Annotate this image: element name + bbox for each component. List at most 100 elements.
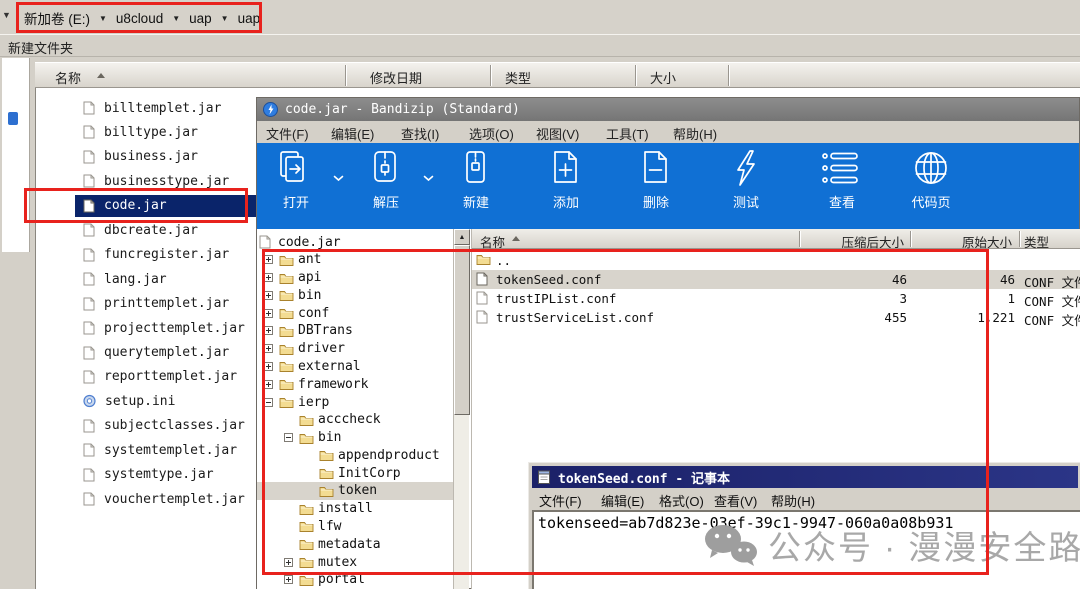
archive-column-header-original-size[interactable]: 原始大小 — [962, 232, 1012, 251]
tree-item-label: api — [298, 270, 321, 285]
expand-plus-icon[interactable] — [284, 575, 293, 584]
bandizip-titlebar[interactable]: code.jar - Bandizip (Standard) — [257, 98, 1079, 121]
expand-plus-icon[interactable] — [284, 558, 293, 567]
tree-item-DBTrans[interactable]: DBTrans — [257, 322, 453, 340]
tree-item-label: install — [318, 501, 373, 516]
tree-item-metadata[interactable]: metadata — [257, 535, 453, 553]
archive-row-up[interactable]: .. — [472, 251, 1080, 270]
toolbar-button-label: 查看 — [829, 192, 855, 211]
toolbar-button-delete-file[interactable]: 删除 — [624, 149, 688, 223]
tree-item-driver[interactable]: driver — [257, 340, 453, 358]
bandizip-menu-2[interactable]: 查找(I) — [401, 124, 439, 143]
archive-row-tokenSeed-conf[interactable]: tokenSeed.conf4646CONF 文件 — [472, 270, 1080, 289]
tree-item-lfw[interactable]: lfw — [257, 517, 453, 535]
archive-row-trustServiceList-conf[interactable]: trustServiceList.conf4551,221CONF 文件 — [472, 308, 1080, 327]
column-divider[interactable] — [728, 65, 729, 86]
notepad-menu-0[interactable]: 文件(F) — [539, 491, 582, 510]
breadcrumb-dropdown-icon[interactable]: ▼ — [99, 14, 107, 23]
tree-item-conf[interactable]: conf — [257, 304, 453, 322]
column-divider[interactable] — [345, 65, 346, 86]
notepad-menu-2[interactable]: 格式(O) — [659, 491, 704, 510]
column-divider[interactable] — [490, 65, 491, 86]
tree-item-InitCorp[interactable]: InitCorp — [257, 464, 453, 482]
tree-item-bin[interactable]: bin — [257, 286, 453, 304]
scrollbar-thumb[interactable] — [454, 245, 470, 415]
bandizip-folder-tree: code.jarantapibinconfDBTransdriverextern… — [257, 229, 453, 589]
toolbar-button-add-file[interactable]: 添加 — [534, 149, 598, 223]
scrollbar-up-icon[interactable]: ▲ — [454, 229, 470, 245]
expand-plus-icon[interactable] — [264, 309, 273, 318]
breadcrumb-dropdown-icon[interactable]: ▼ — [221, 14, 229, 23]
dropdown-chevron-icon[interactable] — [333, 175, 344, 182]
bandizip-menu-0[interactable]: 文件(F) — [266, 124, 309, 143]
cell-name: trustServiceList.conf — [496, 310, 654, 325]
tree-item-mutex[interactable]: mutex — [257, 553, 453, 571]
toolbar-button-open-archive[interactable]: 打开 — [264, 149, 328, 223]
bandizip-toolbar: 打开解压新建添加删除测试查看 代码页 — [257, 143, 1079, 229]
tree-scrollbar[interactable]: ▲ — [453, 229, 469, 589]
bandizip-menubar: 文件(F) 编辑(E) 查找(I) 选项(O) 视图(V) 工具(T) 帮助(H) — [257, 121, 1079, 143]
breadcrumb-segment[interactable]: uap — [238, 11, 261, 26]
breadcrumb-segment[interactable]: uap — [189, 11, 212, 26]
tree-item-label: framework — [298, 377, 368, 392]
column-divider[interactable] — [635, 65, 636, 86]
tree-item-token[interactable]: token — [257, 482, 453, 500]
archive-column-header-type[interactable]: 类型 — [1024, 232, 1049, 251]
breadcrumb-dropdown-icon[interactable]: ▼ — [172, 14, 180, 23]
tree-item-external[interactable]: external — [257, 357, 453, 375]
folder-icon — [279, 343, 294, 355]
notepad-menu-1[interactable]: 编辑(E) — [601, 491, 644, 510]
notepad-menu-3[interactable]: 查看(V) — [714, 491, 757, 510]
archive-row-trustIPList-conf[interactable]: trustIPList.conf31CONF 文件 — [472, 289, 1080, 308]
notepad-titlebar[interactable]: tokenSeed.conf - 记事本 — [532, 466, 1078, 488]
expand-plus-icon[interactable] — [264, 380, 273, 389]
column-divider[interactable] — [799, 231, 800, 247]
breadcrumb-segment[interactable]: 新加卷 (E:) — [24, 8, 90, 28]
tree-item-acccheck[interactable]: acccheck — [257, 411, 453, 429]
bandizip-menu-1[interactable]: 编辑(E) — [331, 124, 374, 143]
tree-item-portal[interactable]: portal — [257, 571, 453, 589]
column-divider[interactable] — [1019, 231, 1020, 247]
navigation-pane — [2, 58, 30, 252]
tree-item-code.jar[interactable]: code.jar — [257, 233, 453, 251]
bandizip-menu-5[interactable]: 工具(T) — [606, 124, 649, 143]
expand-plus-icon[interactable] — [264, 291, 273, 300]
column-header-name[interactable]: 名称 — [55, 68, 81, 87]
column-header-size[interactable]: 大小 — [650, 68, 676, 87]
bandizip-menu-3[interactable]: 选项(O) — [469, 124, 514, 143]
toolbar-button-label: 代码页 — [911, 192, 950, 211]
collapse-minus-icon[interactable] — [284, 433, 293, 442]
breadcrumb-overflow-icon[interactable]: ▼ — [2, 10, 11, 20]
toolbar-button-codepage-globe[interactable]: 代码页 — [893, 149, 969, 223]
expand-plus-icon[interactable] — [264, 344, 273, 353]
expand-plus-icon[interactable] — [264, 326, 273, 335]
column-divider[interactable] — [910, 231, 911, 247]
expand-plus-icon[interactable] — [264, 255, 273, 264]
tree-item-ierp[interactable]: ierp — [257, 393, 453, 411]
archive-column-header-packed-size[interactable]: 压缩后大小 — [841, 232, 904, 251]
tree-item-ant[interactable]: ant — [257, 251, 453, 269]
collapse-minus-icon[interactable] — [264, 398, 273, 407]
toolbar-button-new-archive[interactable]: 新建 — [444, 149, 508, 223]
toolbar-button-view-list[interactable]: 查看 — [810, 149, 874, 223]
dropdown-chevron-icon[interactable] — [423, 175, 434, 182]
new-folder-button[interactable]: 新建文件夹 — [8, 38, 73, 57]
archive-column-header-name[interactable]: 名称 — [480, 232, 505, 251]
column-header-date-modified[interactable]: 修改日期 — [370, 68, 422, 87]
tree-item-install[interactable]: install — [257, 500, 453, 518]
tree-item-label: ierp — [298, 395, 329, 410]
bandizip-menu-4[interactable]: 视图(V) — [536, 124, 579, 143]
toolbar-button-extract-zip[interactable]: 解压 — [354, 149, 418, 223]
tree-item-framework[interactable]: framework — [257, 375, 453, 393]
tree-item-api[interactable]: api — [257, 269, 453, 287]
tree-item-bin[interactable]: bin — [257, 429, 453, 447]
toolbar-button-test-lightning[interactable]: 测试 — [714, 149, 778, 223]
bandizip-menu-6[interactable]: 帮助(H) — [673, 124, 717, 143]
column-header-type[interactable]: 类型 — [505, 68, 531, 87]
sort-ascending-icon — [512, 236, 520, 241]
expand-plus-icon[interactable] — [264, 273, 273, 282]
breadcrumb-segment[interactable]: u8cloud — [116, 11, 163, 26]
expand-plus-icon[interactable] — [264, 362, 273, 371]
tree-item-appendproduct[interactable]: appendproduct — [257, 446, 453, 464]
notepad-menu-4[interactable]: 帮助(H) — [771, 491, 815, 510]
